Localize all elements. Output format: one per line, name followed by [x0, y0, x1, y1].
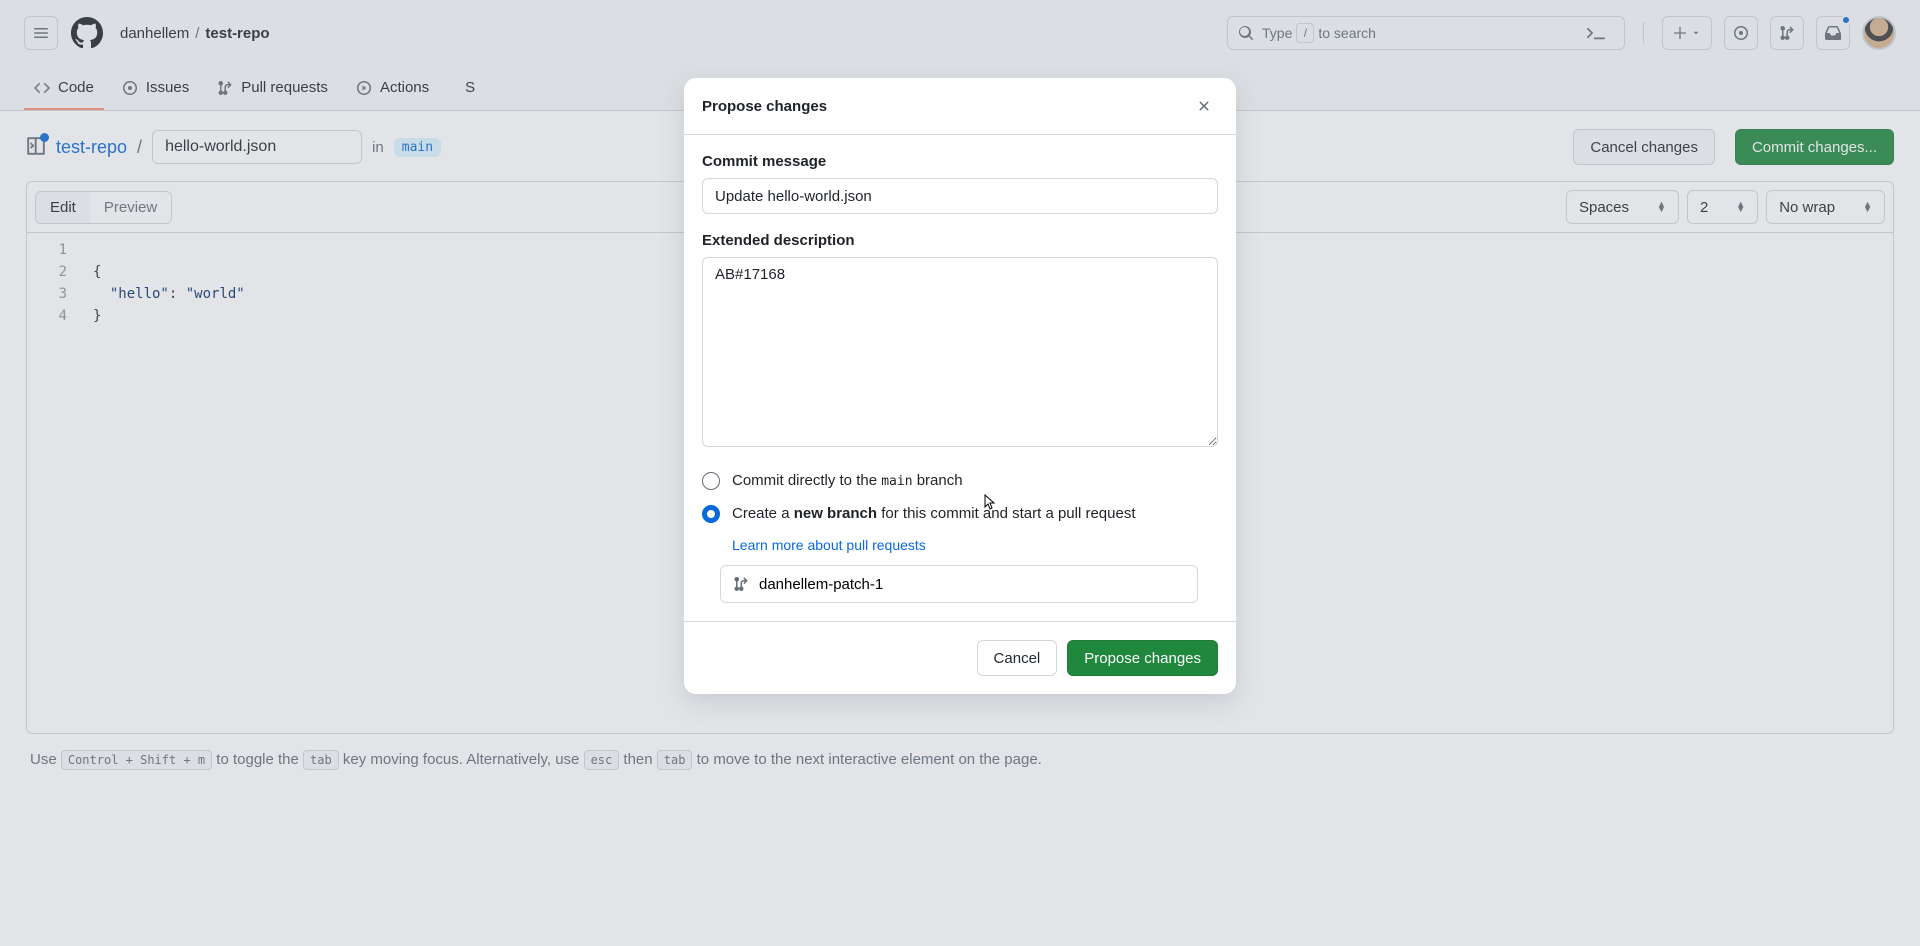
create-branch-option[interactable]: Create a new branch for this commit and …: [702, 503, 1218, 526]
propose-changes-dialog: Propose changes Commit message Extended …: [684, 78, 1236, 694]
learn-more-link[interactable]: Learn more about pull requests: [732, 537, 926, 553]
extended-description-textarea[interactable]: [702, 257, 1218, 447]
branch-name-input[interactable]: [759, 576, 1185, 593]
dialog-title: Propose changes: [702, 98, 827, 115]
git-branch-icon: [733, 576, 749, 592]
branch-name-input-wrap: [720, 565, 1198, 603]
radio-create-branch[interactable]: [702, 505, 720, 523]
radio-commit-direct[interactable]: [702, 472, 720, 490]
modal-backdrop[interactable]: Propose changes Commit message Extended …: [0, 0, 1920, 946]
extended-description-label: Extended description: [702, 232, 1218, 249]
dialog-cancel-button[interactable]: Cancel: [977, 640, 1058, 676]
close-icon: [1196, 98, 1212, 114]
commit-message-label: Commit message: [702, 153, 1218, 170]
commit-direct-option[interactable]: Commit directly to the main branch: [702, 470, 1218, 493]
commit-message-input[interactable]: [702, 178, 1218, 214]
dialog-close-button[interactable]: [1190, 92, 1218, 120]
propose-changes-button[interactable]: Propose changes: [1067, 640, 1218, 676]
